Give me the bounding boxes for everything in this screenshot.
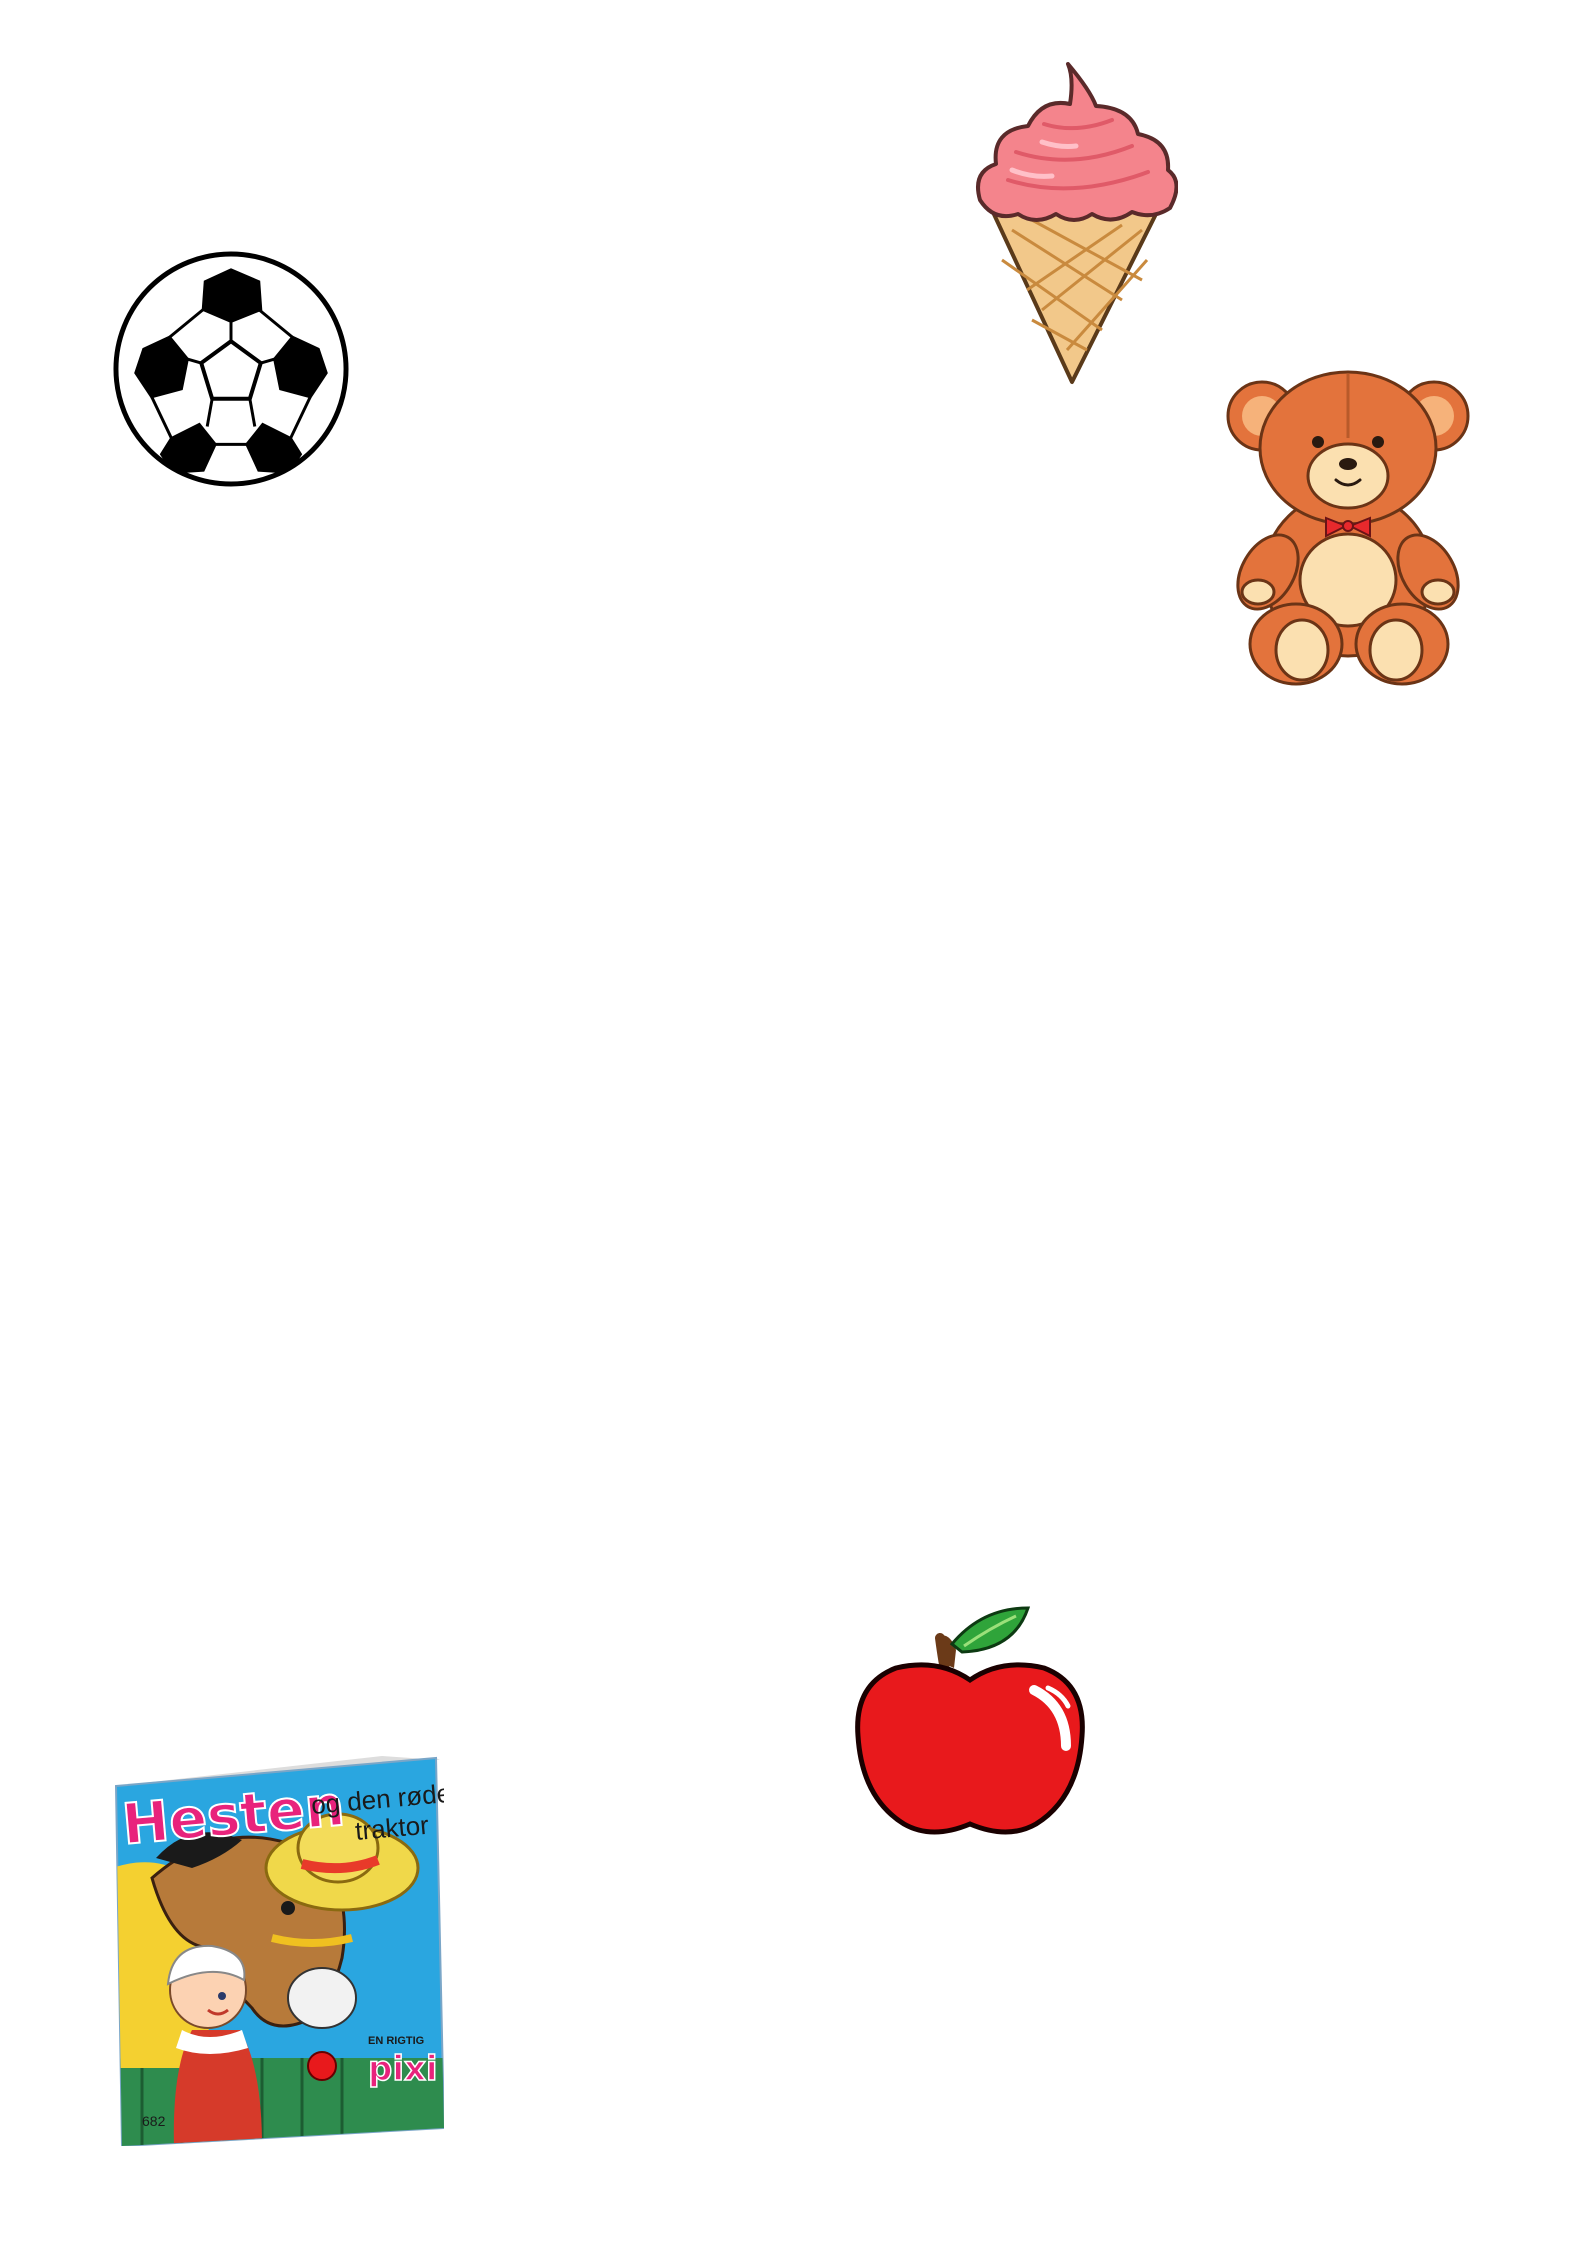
book-icon: Hesten og den røde traktor EN RIGTIG pix… xyxy=(114,1756,452,2148)
book-number: 682 xyxy=(142,2113,166,2129)
pixi-book: Hesten og den røde traktor EN RIGTIG pix… xyxy=(112,1748,452,2148)
book-series-tag: EN RIGTIG xyxy=(368,2035,424,2047)
book-series-logo: pixi xyxy=(368,2049,438,2089)
soccer-ball-icon xyxy=(113,251,349,487)
ice-cream-icon xyxy=(976,62,1178,384)
apple-icon xyxy=(855,1606,1085,1835)
teddy-bear-icon xyxy=(1226,370,1470,686)
book-subtitle-line2: traktor xyxy=(354,1810,430,1846)
